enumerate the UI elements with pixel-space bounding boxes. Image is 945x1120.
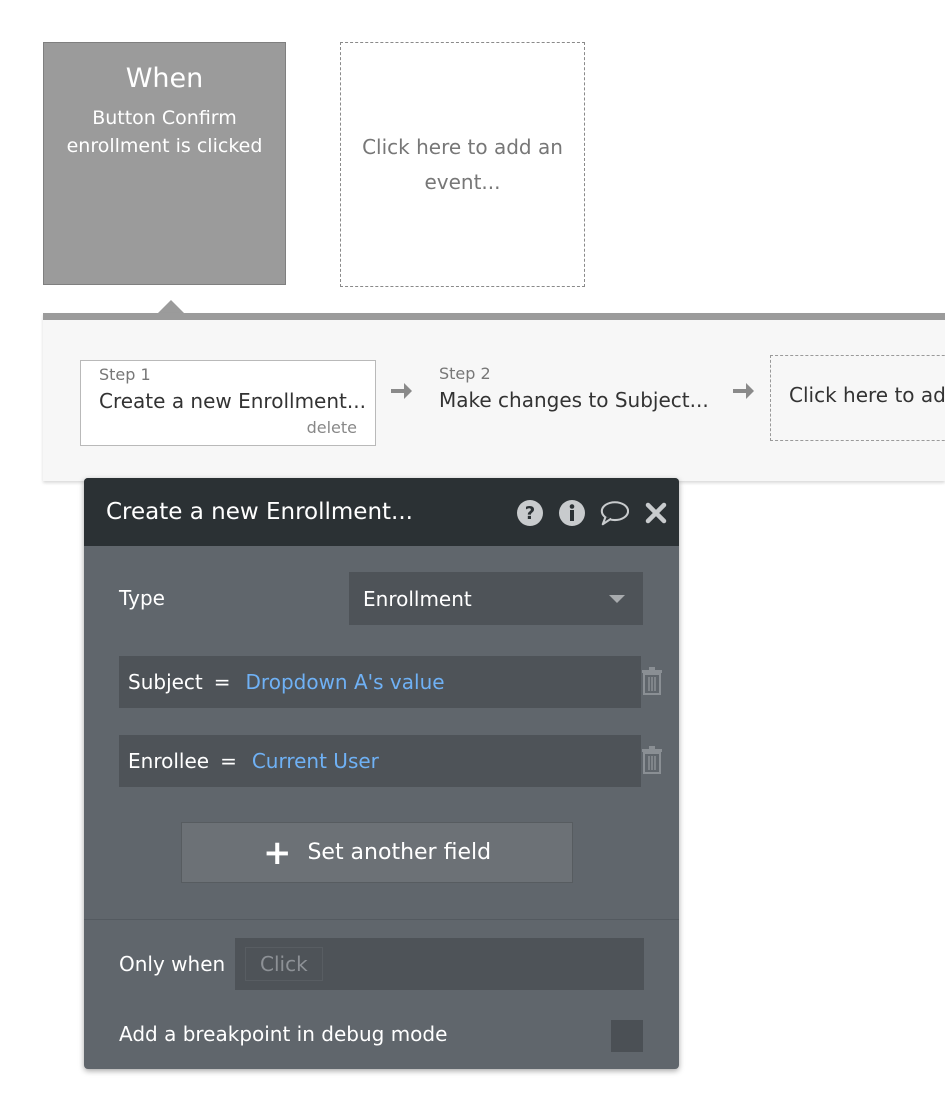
- editor-title: Create a new Enrollment...: [106, 499, 413, 525]
- set-another-field-button[interactable]: + Set another field: [181, 822, 573, 883]
- only-when-label: Only when: [119, 952, 226, 976]
- chevron-down-icon: [609, 595, 625, 603]
- svg-text:?: ?: [525, 503, 535, 524]
- field-row-subject[interactable]: Subject = Dropdown A's value: [119, 656, 641, 708]
- field-dynamic-value[interactable]: Current User: [252, 749, 379, 773]
- field-name: Enrollee: [128, 749, 210, 773]
- type-label: Type: [119, 586, 165, 610]
- step-1-number: Step 1: [99, 365, 151, 384]
- only-when-placeholder[interactable]: Click: [245, 947, 323, 981]
- event-when-label: When: [125, 63, 204, 94]
- event-card[interactable]: When Button Confirm enrollment is clicke…: [43, 42, 286, 285]
- editor-header: Create a new Enrollment... ?: [84, 478, 679, 546]
- set-another-field-label: Set another field: [307, 840, 492, 865]
- type-dropdown-value: Enrollment: [363, 586, 472, 611]
- step-1-card[interactable]: Step 1 Create a new Enrollment... delete: [80, 360, 376, 446]
- breakpoint-label: Add a breakpoint in debug mode: [119, 1022, 448, 1046]
- arrow-right-icon: [388, 378, 414, 411]
- add-action-placeholder[interactable]: Click here to add: [770, 355, 945, 441]
- divider: [84, 919, 679, 920]
- trash-icon[interactable]: [641, 667, 663, 699]
- step-1-delete-link[interactable]: delete: [307, 418, 357, 437]
- step-2-number: Step 2: [439, 364, 491, 383]
- plus-icon: +: [262, 832, 292, 873]
- add-event-label: Click here to add an event...: [362, 134, 563, 194]
- breakpoint-checkbox[interactable]: [611, 1020, 643, 1052]
- step-1-title: Create a new Enrollment...: [99, 389, 366, 413]
- field-dynamic-value[interactable]: Dropdown A's value: [246, 670, 445, 694]
- trash-icon[interactable]: [641, 746, 663, 778]
- arrow-right-icon: [730, 378, 756, 411]
- field-row-enrollee[interactable]: Enrollee = Current User: [119, 735, 641, 787]
- add-action-label: Click here to add: [789, 383, 945, 407]
- field-name: Subject: [128, 670, 203, 694]
- comment-icon[interactable]: [599, 498, 629, 528]
- actions-caret: [158, 300, 184, 313]
- add-event-placeholder[interactable]: Click here to add an event...: [340, 42, 585, 287]
- step-2-card[interactable]: Step 2 Make changes to Subject...: [421, 360, 721, 446]
- help-icon[interactable]: ?: [515, 498, 545, 528]
- close-icon[interactable]: [641, 498, 671, 528]
- type-dropdown[interactable]: Enrollment: [349, 572, 643, 625]
- step-2-title: Make changes to Subject...: [439, 388, 709, 412]
- field-operator: =: [213, 670, 231, 694]
- info-icon[interactable]: [557, 498, 587, 528]
- field-operator: =: [220, 749, 237, 773]
- event-description: Button Confirm enrollment is clicked: [66, 107, 263, 157]
- only-when-input[interactable]: Click: [235, 938, 644, 990]
- action-editor-panel: Create a new Enrollment... ? Type Enroll…: [84, 478, 679, 1069]
